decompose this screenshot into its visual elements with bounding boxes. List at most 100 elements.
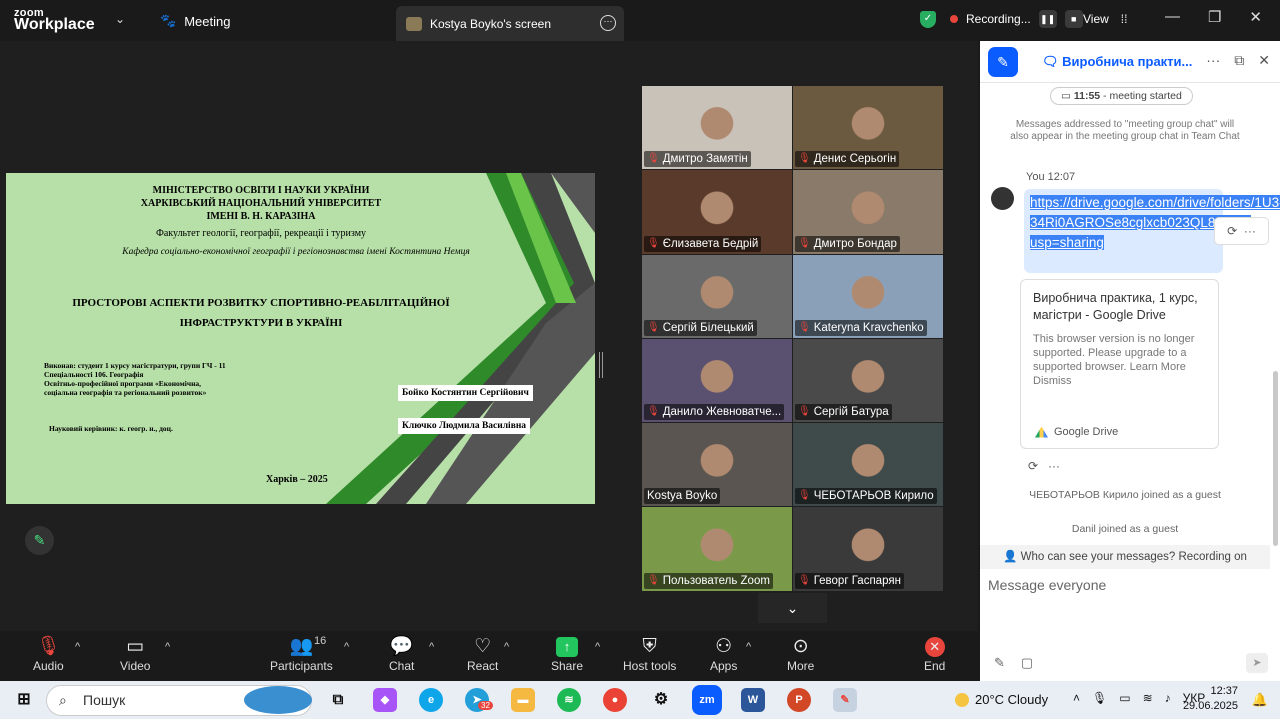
file-explorer-icon[interactable]: ▬ xyxy=(511,688,535,712)
audio-button[interactable]: 🎙 Audio ^ xyxy=(33,635,80,673)
reply-icon[interactable]: ⟳ xyxy=(1028,459,1038,473)
more-button[interactable]: ⊙ More xyxy=(787,635,814,673)
host-tools-button[interactable]: ⛨ Host tools xyxy=(623,635,676,673)
format-icon[interactable]: ✎ xyxy=(994,655,1005,671)
slide-student-name: Бойко Костянтин Сергійович xyxy=(398,385,533,401)
participant-name: Сергій Білецький xyxy=(662,321,754,334)
resize-handle[interactable] xyxy=(599,352,603,378)
send-button[interactable]: ➤ xyxy=(1246,653,1268,673)
participant-tile[interactable]: 🎙 ЧЕБОТАРЬОВ Кирило xyxy=(793,423,943,507)
wifi-icon[interactable]: ≋ xyxy=(1143,691,1153,705)
reply-icon[interactable]: ⟳ xyxy=(1227,224,1237,238)
participant-name: ЧЕБОТАРЬОВ Кирило xyxy=(813,490,934,503)
mic-muted-icon: 🎙 xyxy=(798,153,811,165)
card-source: Google Drive xyxy=(1035,426,1118,438)
participant-tile[interactable]: 🎙 Данило Жевноватче... xyxy=(642,338,792,423)
chevron-up-icon[interactable]: ˄ xyxy=(1073,691,1080,705)
chat-header-actions: ··· ⧉ ✕ xyxy=(1206,52,1270,69)
new-chat-button[interactable]: ✎ xyxy=(988,47,1018,77)
volume-icon[interactable]: ♪ xyxy=(1165,691,1171,705)
started-text: - meeting started xyxy=(1100,90,1182,102)
apps-button[interactable]: ⚇ Apps ^ xyxy=(710,635,751,673)
expand-gallery-button[interactable]: ⌄ xyxy=(758,593,827,623)
map-widget-icon[interactable] xyxy=(244,686,312,714)
audio-caret-icon[interactable]: ^ xyxy=(75,641,80,653)
more-icon[interactable]: ··· xyxy=(600,15,616,31)
who-can-see-link[interactable]: 👤 Who can see your messages? Recording o… xyxy=(980,545,1270,569)
more-icon[interactable]: ··· xyxy=(1206,52,1220,69)
view-menu[interactable]: View ⁞⁞ xyxy=(1083,12,1127,26)
restore-icon[interactable]: ❐ xyxy=(1208,8,1221,26)
participant-tile[interactable]: Kostya Boyko xyxy=(642,423,792,507)
mic-muted-icon: 🎙 xyxy=(647,321,660,333)
more-icon[interactable]: ··· xyxy=(1244,224,1256,238)
zoom-logo: zoom Workplace xyxy=(14,7,95,33)
chat-title[interactable]: 🗨 Виробнича практи... xyxy=(1042,54,1192,70)
word-icon[interactable]: W xyxy=(741,688,765,712)
participants-button[interactable]: 👥 16 Participants ^ xyxy=(270,635,349,673)
participant-name: Пользователь Zoom xyxy=(662,574,770,587)
settings-icon[interactable]: ⚙ xyxy=(649,688,673,712)
meeting-tab[interactable]: 🐾 Meeting xyxy=(160,13,230,29)
video-button[interactable]: ▭ Video ^ xyxy=(120,635,170,673)
slide-city-year: Харків – 2025 xyxy=(266,474,328,485)
pause-recording-button[interactable]: ❚❚ xyxy=(1038,10,1057,28)
react-caret-icon[interactable]: ^ xyxy=(504,641,509,653)
windows-start-icon[interactable]: ⊞ xyxy=(12,688,36,712)
minimize-icon[interactable]: — xyxy=(1165,8,1180,26)
chat-caret-icon[interactable]: ^ xyxy=(429,641,434,653)
notification-icon[interactable]: 🔔 xyxy=(1252,692,1268,708)
close-icon[interactable]: ✕ xyxy=(1258,52,1270,69)
powerpoint-icon[interactable]: P xyxy=(787,688,811,712)
slide-performer: Виконав: студент 1 курсу магістратури, г… xyxy=(44,361,226,397)
end-button[interactable]: ✕ End xyxy=(924,635,945,673)
shield-icon[interactable]: ✓ xyxy=(920,10,936,28)
close-icon[interactable]: ✕ xyxy=(1249,8,1262,26)
participant-tile[interactable]: 🎙 Сергій Білецький xyxy=(642,254,792,338)
annotate-pen-button[interactable]: ✎ xyxy=(25,526,54,555)
message-bubble: https://drive.google.com/drive/folders/1… xyxy=(1024,189,1280,273)
participant-tile[interactable]: 🎙 Сергій Батура xyxy=(793,338,943,423)
participant-tile[interactable]: 🎙 Денис Серьогін xyxy=(793,86,943,170)
participant-tile[interactable]: 🎙 Дмитро Бондар xyxy=(793,170,943,254)
participant-tile[interactable]: 🎙 Дмитро Замятін xyxy=(642,86,792,170)
person-icon: 👤 xyxy=(1003,551,1021,563)
participant-name: Kostya Boyko xyxy=(647,490,718,503)
copilot-icon[interactable]: ◆ xyxy=(373,688,397,712)
weather-widget[interactable]: 20°C Cloudy xyxy=(955,692,1048,707)
chat-button[interactable]: 💬 Chat ^ xyxy=(389,635,434,673)
share-caret-icon[interactable]: ^ xyxy=(595,641,600,653)
share-button[interactable]: ↑ Share ^ xyxy=(551,635,600,673)
apps-caret-icon[interactable]: ^ xyxy=(746,641,751,653)
taskbar-clock[interactable]: 12:37 29.06.2025 xyxy=(1183,684,1238,714)
chat-input[interactable]: Message everyone xyxy=(988,577,1106,593)
app-icon[interactable]: ✎ xyxy=(833,688,857,712)
participant-tile[interactable]: 🎙 Пользователь Zoom xyxy=(642,507,792,591)
chrome-icon[interactable]: ● xyxy=(603,688,627,712)
screen-share-tab[interactable]: Kostya Boyko's screen ··· xyxy=(396,6,624,41)
slide-ministry: МІНІСТЕРСТВО ОСВІТИ І НАУКИ УКРАЇНИ xyxy=(152,185,370,196)
popout-icon[interactable]: ⧉ xyxy=(1234,52,1244,69)
task-view-icon[interactable]: ⧉ xyxy=(326,688,350,712)
stop-recording-button[interactable]: ■ xyxy=(1064,10,1083,28)
more-icon[interactable]: ··· xyxy=(1048,459,1060,473)
participant-name: Геворг Гаспарян xyxy=(813,574,901,587)
participants-caret-icon[interactable]: ^ xyxy=(344,641,349,653)
spotify-icon[interactable]: ≋ xyxy=(557,688,581,712)
participant-tile[interactable]: 🎙 Kateryna Kravchenko xyxy=(793,254,943,338)
battery-icon[interactable]: ▭ xyxy=(1119,691,1130,705)
mic-muted-icon: 🎙 xyxy=(647,406,660,418)
zoom-icon[interactable]: zm xyxy=(692,685,722,715)
react-button[interactable]: ♡ React ^ xyxy=(467,635,509,673)
video-caret-icon[interactable]: ^ xyxy=(165,641,170,653)
file-icon[interactable]: ▢ xyxy=(1021,655,1033,671)
edge-icon[interactable]: e xyxy=(419,688,443,712)
mic-icon[interactable]: 🎙 xyxy=(1092,691,1107,705)
mic-muted-icon: 🎙 xyxy=(647,153,660,165)
participant-tile[interactable]: 🎙 Єлизавета Бедрій xyxy=(642,170,792,254)
chevron-down-icon[interactable]: ⌄ xyxy=(115,12,125,26)
link-preview-card[interactable]: Виробнича практика, 1 курс, магістри - G… xyxy=(1020,279,1219,449)
clock-date: 29.06.2025 xyxy=(1182,700,1238,712)
chat-scrollbar[interactable] xyxy=(1273,371,1278,546)
participant-tile[interactable]: 🎙 Геворг Гаспарян xyxy=(793,507,943,591)
